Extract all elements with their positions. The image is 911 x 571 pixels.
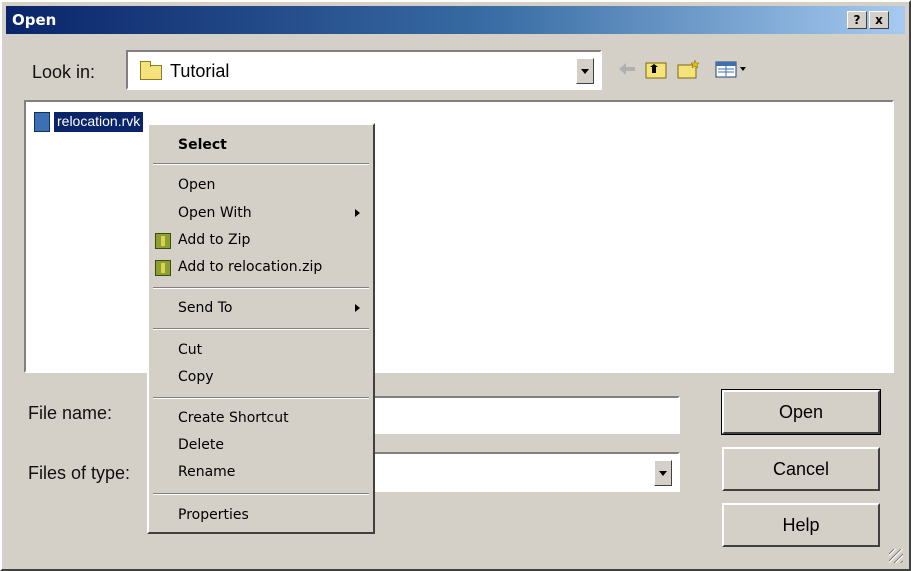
menu-item-send-to[interactable]: Send To — [178, 300, 232, 316]
menu-item-delete[interactable]: Delete — [178, 437, 224, 453]
menu-item-add-to-relocation-zip[interactable]: Add to relocation.zip — [178, 259, 322, 275]
folder-icon — [140, 61, 162, 80]
cancel-button[interactable]: Cancel — [722, 447, 880, 491]
files-of-type-dropdown-button[interactable] — [654, 460, 672, 486]
menu-separator — [153, 163, 369, 165]
menu-item-rename[interactable]: Rename — [178, 464, 235, 480]
back-arrow-icon[interactable] — [616, 58, 638, 80]
menu-item-select[interactable]: Select — [178, 137, 227, 153]
context-menu: Select Open Open With Add to Zip Add to … — [147, 123, 375, 534]
menu-item-open[interactable]: Open — [178, 177, 215, 193]
files-of-type-label: Files of type: — [28, 463, 131, 483]
menu-item-copy[interactable]: Copy — [178, 369, 214, 385]
menu-separator — [153, 493, 369, 495]
submenu-arrow-icon — [355, 209, 360, 217]
help-icon[interactable]: ? — [847, 11, 867, 29]
open-dialog: Open ? x Look in: Tutorial relocation.rv… — [0, 0, 911, 571]
view-menu-icon[interactable] — [714, 58, 750, 80]
help-button[interactable]: Help — [722, 503, 880, 547]
close-icon[interactable]: x — [869, 11, 889, 29]
zip-icon — [155, 260, 171, 276]
zip-icon — [155, 233, 171, 249]
menu-separator — [153, 287, 369, 289]
look-in-label: Look in: — [32, 62, 96, 82]
menu-item-cut[interactable]: Cut — [178, 342, 202, 358]
submenu-arrow-icon — [355, 304, 360, 312]
menu-item-properties[interactable]: Properties — [178, 507, 249, 523]
look-in-combo[interactable]: Tutorial — [126, 50, 602, 90]
menu-separator — [153, 397, 369, 399]
up-folder-icon[interactable] — [644, 58, 668, 80]
open-button[interactable]: Open — [721, 389, 881, 435]
menu-item-add-to-zip[interactable]: Add to Zip — [178, 232, 250, 248]
window-title: Open — [12, 11, 57, 29]
look-in-dropdown-button[interactable] — [576, 58, 594, 84]
file-name-label: File name: — [28, 403, 113, 423]
look-in-value: Tutorial — [170, 61, 230, 81]
file-name: relocation.rvk — [54, 112, 144, 132]
menu-item-create-shortcut[interactable]: Create Shortcut — [178, 410, 289, 426]
menu-separator — [153, 328, 369, 330]
new-folder-icon[interactable] — [676, 58, 702, 80]
title-bar[interactable]: Open ? x — [6, 6, 905, 34]
file-icon — [34, 112, 50, 132]
resize-grip[interactable] — [889, 549, 903, 563]
menu-item-open-with[interactable]: Open With — [178, 205, 252, 221]
